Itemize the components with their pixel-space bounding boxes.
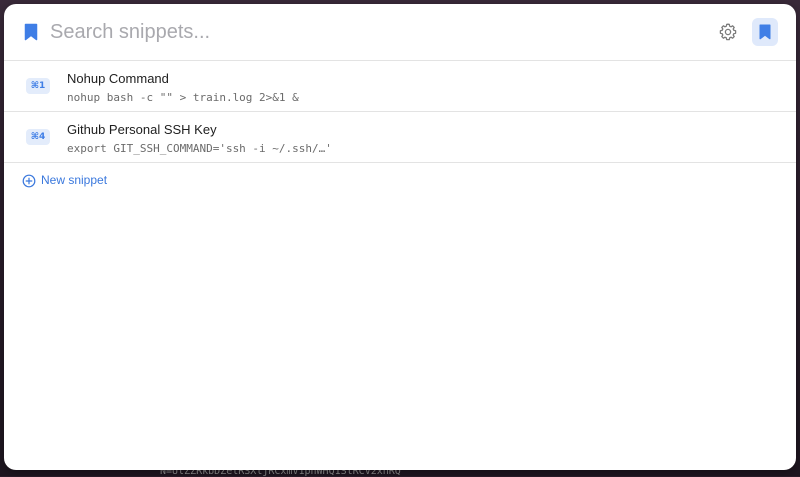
- snippet-title: Github Personal SSH Key: [67, 122, 217, 137]
- shortcut-badge: ⌘4: [26, 129, 50, 145]
- bookmark-icon: [759, 24, 771, 40]
- new-snippet-label: New snippet: [41, 173, 108, 187]
- snippet-item[interactable]: ⌘4 Github Personal SSH Key export GIT_SS…: [4, 112, 796, 163]
- bookmark-icon: [24, 23, 38, 41]
- search-header: [4, 4, 796, 61]
- plus-circle-icon: [22, 174, 36, 188]
- snippet-command: nohup bash -c "" > train.log 2>&1 &: [67, 91, 299, 104]
- snippet-item[interactable]: ⌘1 Nohup Command nohup bash -c "" > trai…: [4, 61, 796, 112]
- search-input[interactable]: [50, 16, 650, 48]
- snippet-command: export GIT_SSH_COMMAND='ssh -i ~/.ssh/…': [67, 142, 332, 155]
- gear-icon[interactable]: [718, 22, 738, 42]
- bookmarks-toggle-button[interactable]: [752, 18, 778, 46]
- snippet-title: Nohup Command: [67, 71, 169, 86]
- snippets-panel: ⌘1 Nohup Command nohup bash -c "" > trai…: [4, 4, 796, 470]
- shortcut-badge: ⌘1: [26, 78, 50, 94]
